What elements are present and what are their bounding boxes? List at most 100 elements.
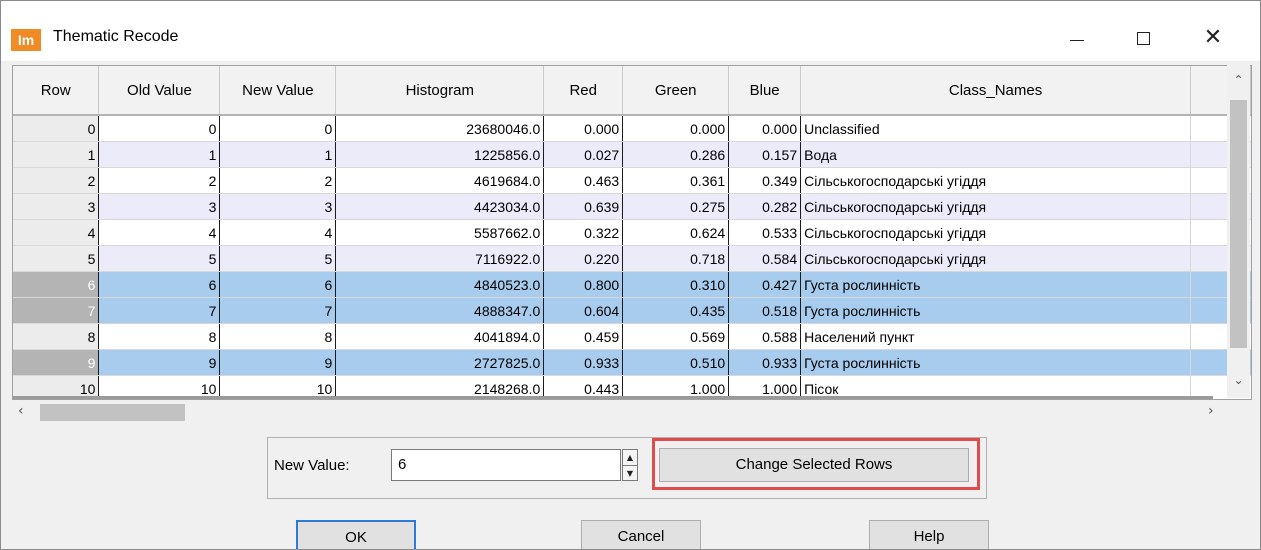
green-cell[interactable]: 0.275 — [622, 193, 730, 220]
table-row[interactable]: 9 9 9 2727825.0 0.933 0.510 0.933 Густа рослинн… — [13, 349, 1251, 376]
row-number-cell[interactable]: 7 — [13, 297, 100, 324]
cancel-button[interactable]: Cancel — [581, 520, 701, 549]
blue-cell[interactable]: 0.584 — [728, 245, 802, 272]
green-cell[interactable]: 0.435 — [622, 297, 730, 324]
histogram-cell[interactable]: 7116922.0 — [335, 245, 545, 272]
new-value-cell[interactable]: 5 — [219, 245, 337, 272]
old-value-cell[interactable]: 2 — [98, 167, 221, 194]
column-header-row[interactable]: Row — [13, 66, 100, 116]
row-number-cell[interactable]: 3 — [13, 193, 100, 220]
class-name-cell[interactable]: Сільськогосподарські угіддя — [800, 167, 1191, 194]
old-value-cell[interactable]: 0 — [98, 115, 221, 142]
scroll-left-icon[interactable]: ‹ — [18, 403, 24, 419]
close-button[interactable]: ✕ — [1193, 23, 1233, 53]
old-value-cell[interactable]: 4 — [98, 219, 221, 246]
row-number-cell[interactable]: 8 — [13, 323, 100, 350]
red-cell[interactable]: 0.027 — [543, 141, 624, 168]
class-name-cell[interactable]: Сільськогосподарські угіддя — [800, 193, 1191, 220]
maximize-button[interactable] — [1123, 23, 1163, 53]
class-name-cell[interactable]: Вода — [800, 141, 1191, 168]
blue-cell[interactable]: 0.533 — [728, 219, 802, 246]
old-value-cell[interactable]: 9 — [98, 349, 221, 376]
red-cell[interactable]: 0.322 — [543, 219, 624, 246]
old-value-cell[interactable]: 5 — [98, 245, 221, 272]
minimize-button[interactable] — [1057, 23, 1097, 53]
horizontal-scrollbar[interactable]: ‹ › — [12, 401, 1227, 423]
new-value-cell[interactable]: 7 — [219, 297, 337, 324]
green-cell[interactable]: 0.624 — [622, 219, 730, 246]
class-name-cell[interactable]: Населений пункт — [800, 323, 1191, 350]
column-header-new-value[interactable]: New Value — [219, 66, 337, 116]
green-cell[interactable]: 0.310 — [622, 271, 730, 298]
ok-button[interactable]: OK — [296, 520, 416, 549]
histogram-cell[interactable]: 4888347.0 — [335, 297, 545, 324]
new-value-cell[interactable]: 9 — [219, 349, 337, 376]
green-cell[interactable]: 0.510 — [622, 349, 730, 376]
help-button[interactable]: Help — [869, 520, 989, 549]
table-row[interactable]: 4 4 4 5587662.0 0.322 0.624 0.533 Сільськогоспо… — [13, 219, 1251, 246]
class-name-cell[interactable]: Сільськогосподарські угіддя — [800, 219, 1191, 246]
new-value-cell[interactable]: 2 — [219, 167, 337, 194]
histogram-cell[interactable]: 4041894.0 — [335, 323, 545, 350]
row-number-cell[interactable]: 1 — [13, 141, 100, 168]
class-name-cell[interactable]: Густа рослинність — [800, 271, 1191, 298]
scroll-up-icon[interactable]: ⌃ — [1227, 73, 1250, 87]
green-cell[interactable]: 0.718 — [622, 245, 730, 272]
new-value-input[interactable]: 6 — [391, 449, 621, 481]
row-number-cell[interactable]: 2 — [13, 167, 100, 194]
red-cell[interactable]: 0.463 — [543, 167, 624, 194]
red-cell[interactable]: 0.639 — [543, 193, 624, 220]
class-name-cell[interactable]: Сільськогосподарські угіддя — [800, 245, 1191, 272]
blue-cell[interactable]: 0.933 — [728, 349, 802, 376]
histogram-cell[interactable]: 4840523.0 — [335, 271, 545, 298]
table-row[interactable]: 1 1 1 1225856.0 0.027 0.286 0.157 Вода — [13, 141, 1251, 168]
scroll-right-icon[interactable]: › — [1208, 403, 1214, 419]
old-value-cell[interactable]: 8 — [98, 323, 221, 350]
table-row[interactable]: 2 2 2 4619684.0 0.463 0.361 0.349 Сільськогоспо… — [13, 167, 1251, 194]
blue-cell[interactable]: 0.427 — [728, 271, 802, 298]
column-header-old-value[interactable]: Old Value — [98, 66, 221, 116]
blue-cell[interactable]: 0.588 — [728, 323, 802, 350]
new-value-cell[interactable]: 1 — [219, 141, 337, 168]
spin-up-icon[interactable]: ▲ — [623, 450, 637, 466]
histogram-cell[interactable]: 4423034.0 — [335, 193, 545, 220]
row-number-cell[interactable]: 9 — [13, 349, 100, 376]
old-value-cell[interactable]: 1 — [98, 141, 221, 168]
vertical-scroll-thumb[interactable] — [1230, 100, 1247, 348]
histogram-cell[interactable]: 1225856.0 — [335, 141, 545, 168]
green-cell[interactable]: 0.000 — [622, 115, 730, 142]
column-header-blue[interactable]: Blue — [728, 66, 802, 116]
red-cell[interactable]: 0.000 — [543, 115, 624, 142]
blue-cell[interactable]: 0.518 — [728, 297, 802, 324]
table-row[interactable]: 0 0 0 23680046.0 0.000 0.000 0.000 Unclassified — [13, 115, 1251, 142]
green-cell[interactable]: 0.286 — [622, 141, 730, 168]
column-header-green[interactable]: Green — [622, 66, 730, 116]
green-cell[interactable]: 0.569 — [622, 323, 730, 350]
row-number-cell[interactable]: 4 — [13, 219, 100, 246]
spin-down-icon[interactable]: ▼ — [623, 466, 637, 481]
red-cell[interactable]: 0.220 — [543, 245, 624, 272]
new-value-cell[interactable]: 3 — [219, 193, 337, 220]
new-value-cell[interactable]: 4 — [219, 219, 337, 246]
histogram-cell[interactable]: 4619684.0 — [335, 167, 545, 194]
row-number-cell[interactable]: 0 — [13, 115, 100, 142]
vertical-scrollbar[interactable]: ⌃ ⌄ — [1227, 65, 1250, 398]
blue-cell[interactable]: 0.000 — [728, 115, 802, 142]
blue-cell[interactable]: 0.157 — [728, 141, 802, 168]
old-value-cell[interactable]: 6 — [98, 271, 221, 298]
new-value-cell[interactable]: 8 — [219, 323, 337, 350]
table-row[interactable]: 3 3 3 4423034.0 0.639 0.275 0.282 Сільськогоспо… — [13, 193, 1251, 220]
row-number-cell[interactable]: 5 — [13, 245, 100, 272]
new-value-spinner[interactable]: ▲ ▼ — [622, 449, 638, 481]
red-cell[interactable]: 0.459 — [543, 323, 624, 350]
histogram-cell[interactable]: 2727825.0 — [335, 349, 545, 376]
green-cell[interactable]: 0.361 — [622, 167, 730, 194]
table-row[interactable]: 8 8 8 4041894.0 0.459 0.569 0.588 Населений пун… — [13, 323, 1251, 350]
class-name-cell[interactable]: Unclassified — [800, 115, 1191, 142]
old-value-cell[interactable]: 7 — [98, 297, 221, 324]
old-value-cell[interactable]: 3 — [98, 193, 221, 220]
histogram-cell[interactable]: 5587662.0 — [335, 219, 545, 246]
column-header-histogram[interactable]: Histogram — [335, 66, 545, 116]
blue-cell[interactable]: 0.349 — [728, 167, 802, 194]
blue-cell[interactable]: 0.282 — [728, 193, 802, 220]
